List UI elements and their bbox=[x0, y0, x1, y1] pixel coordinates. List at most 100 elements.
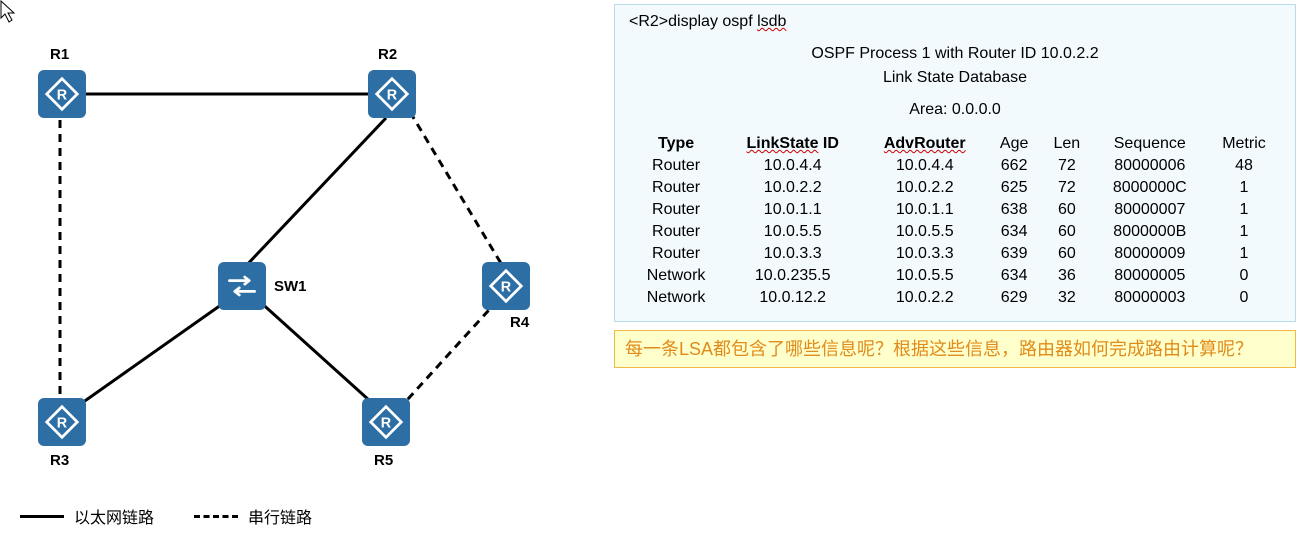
lsdb-area: Area: 0.0.0.0 bbox=[629, 101, 1281, 119]
router-r1: R bbox=[38, 70, 86, 118]
router-r4-label: R4 bbox=[510, 314, 529, 331]
cell-adv: 10.0.4.4 bbox=[862, 155, 987, 177]
cell-age: 625 bbox=[987, 177, 1041, 199]
table-row: Network10.0.12.210.0.2.262932800000030 bbox=[629, 287, 1281, 309]
router-icon: R bbox=[44, 404, 80, 440]
router-icon: R bbox=[374, 76, 410, 112]
col-age: Age bbox=[987, 133, 1041, 155]
cell-metric: 1 bbox=[1207, 177, 1281, 199]
svg-text:R: R bbox=[501, 279, 512, 295]
lsdb-header2: Link State Database bbox=[629, 69, 1281, 87]
legend: 以太网链路 串行链路 bbox=[20, 504, 312, 528]
router-r2-label: R2 bbox=[378, 46, 397, 63]
cell-adv: 10.0.1.1 bbox=[862, 199, 987, 221]
question-box: 每一条LSA都包含了哪些信息呢？根据这些信息，路由器如何完成路由计算呢？ bbox=[614, 330, 1296, 368]
cell-adv: 10.0.3.3 bbox=[862, 243, 987, 265]
cell-adv: 10.0.5.5 bbox=[862, 221, 987, 243]
router-r5: R bbox=[362, 398, 410, 446]
cell-age: 629 bbox=[987, 287, 1041, 309]
table-row: Router10.0.5.510.0.5.5634608000000B1 bbox=[629, 221, 1281, 243]
cell-metric: 1 bbox=[1207, 199, 1281, 221]
lsdb-header1: OSPF Process 1 with Router ID 10.0.2.2 bbox=[629, 45, 1281, 63]
router-r5-label: R5 bbox=[374, 452, 393, 469]
cell-len: 32 bbox=[1041, 287, 1093, 309]
switch-sw1 bbox=[218, 262, 266, 310]
switch-icon bbox=[224, 268, 260, 304]
cell-age: 639 bbox=[987, 243, 1041, 265]
cell-lsid: 10.0.5.5 bbox=[723, 221, 862, 243]
router-r3: R bbox=[38, 398, 86, 446]
dashed-line-icon bbox=[194, 515, 238, 518]
cell-seq: 80000007 bbox=[1093, 199, 1207, 221]
router-icon: R bbox=[368, 404, 404, 440]
cell-adv: 10.0.5.5 bbox=[862, 265, 987, 287]
svg-text:R: R bbox=[381, 415, 392, 431]
router-r2: R bbox=[368, 70, 416, 118]
col-metric: Metric bbox=[1207, 133, 1281, 155]
cell-seq: 80000005 bbox=[1093, 265, 1207, 287]
col-linkstate-id: LinkState ID bbox=[723, 133, 862, 155]
col-type: Type bbox=[629, 133, 723, 155]
cell-type: Router bbox=[629, 177, 723, 199]
table-header-row: Type LinkState ID AdvRouter Age Len Sequ… bbox=[629, 133, 1281, 155]
legend-serial: 串行链路 bbox=[194, 504, 312, 528]
router-r1-label: R1 bbox=[50, 46, 69, 63]
lsdb-output-box: <R2>display ospf lsdb OSPF Process 1 wit… bbox=[614, 4, 1296, 322]
col-sequence: Sequence bbox=[1093, 133, 1207, 155]
legend-serial-label: 串行链路 bbox=[248, 504, 312, 528]
cell-len: 60 bbox=[1041, 243, 1093, 265]
cell-seq: 8000000C bbox=[1093, 177, 1207, 199]
switch-sw1-label: SW1 bbox=[274, 278, 307, 295]
cell-len: 60 bbox=[1041, 221, 1093, 243]
col-advrouter: AdvRouter bbox=[862, 133, 987, 155]
cell-seq: 80000006 bbox=[1093, 155, 1207, 177]
cell-lsid: 10.0.3.3 bbox=[723, 243, 862, 265]
cell-age: 662 bbox=[987, 155, 1041, 177]
router-r4: R bbox=[482, 262, 530, 310]
router-icon: R bbox=[488, 268, 524, 304]
cmd-word: lsdb bbox=[757, 13, 786, 30]
cell-adv: 10.0.2.2 bbox=[862, 287, 987, 309]
cell-len: 60 bbox=[1041, 199, 1093, 221]
cell-age: 638 bbox=[987, 199, 1041, 221]
cell-type: Router bbox=[629, 221, 723, 243]
cell-type: Router bbox=[629, 199, 723, 221]
cell-seq: 80000009 bbox=[1093, 243, 1207, 265]
col-len: Len bbox=[1041, 133, 1093, 155]
cell-type: Network bbox=[629, 287, 723, 309]
table-row: Network10.0.235.510.0.5.563436800000050 bbox=[629, 265, 1281, 287]
cell-metric: 0 bbox=[1207, 265, 1281, 287]
router-r3-label: R3 bbox=[50, 452, 69, 469]
cell-len: 72 bbox=[1041, 155, 1093, 177]
cell-lsid: 10.0.12.2 bbox=[723, 287, 862, 309]
network-topology-diagram: R R1 R R2 SW1 R R4 R R3 bbox=[0, 0, 600, 538]
cell-adv: 10.0.2.2 bbox=[862, 177, 987, 199]
svg-text:R: R bbox=[57, 87, 68, 103]
legend-ethernet: 以太网链路 bbox=[20, 504, 154, 528]
cell-seq: 8000000B bbox=[1093, 221, 1207, 243]
cell-seq: 80000003 bbox=[1093, 287, 1207, 309]
cell-type: Router bbox=[629, 155, 723, 177]
right-panel: <R2>display ospf lsdb OSPF Process 1 wit… bbox=[614, 4, 1296, 368]
cmd-prefix: <R2>display ospf bbox=[629, 13, 757, 30]
cell-lsid: 10.0.1.1 bbox=[723, 199, 862, 221]
cell-lsid: 10.0.235.5 bbox=[723, 265, 862, 287]
svg-text:R: R bbox=[57, 415, 68, 431]
cell-age: 634 bbox=[987, 221, 1041, 243]
cell-type: Router bbox=[629, 243, 723, 265]
cell-age: 634 bbox=[987, 265, 1041, 287]
cell-metric: 1 bbox=[1207, 243, 1281, 265]
cell-metric: 48 bbox=[1207, 155, 1281, 177]
cell-lsid: 10.0.2.2 bbox=[723, 177, 862, 199]
cell-lsid: 10.0.4.4 bbox=[723, 155, 862, 177]
cell-type: Network bbox=[629, 265, 723, 287]
table-row: Router10.0.3.310.0.3.363960800000091 bbox=[629, 243, 1281, 265]
svg-text:R: R bbox=[387, 87, 398, 103]
cell-len: 36 bbox=[1041, 265, 1093, 287]
cell-metric: 1 bbox=[1207, 221, 1281, 243]
lsdb-table: Type LinkState ID AdvRouter Age Len Sequ… bbox=[629, 133, 1281, 309]
legend-ethernet-label: 以太网链路 bbox=[74, 504, 154, 528]
router-icon: R bbox=[44, 76, 80, 112]
solid-line-icon bbox=[20, 515, 64, 518]
cell-metric: 0 bbox=[1207, 287, 1281, 309]
